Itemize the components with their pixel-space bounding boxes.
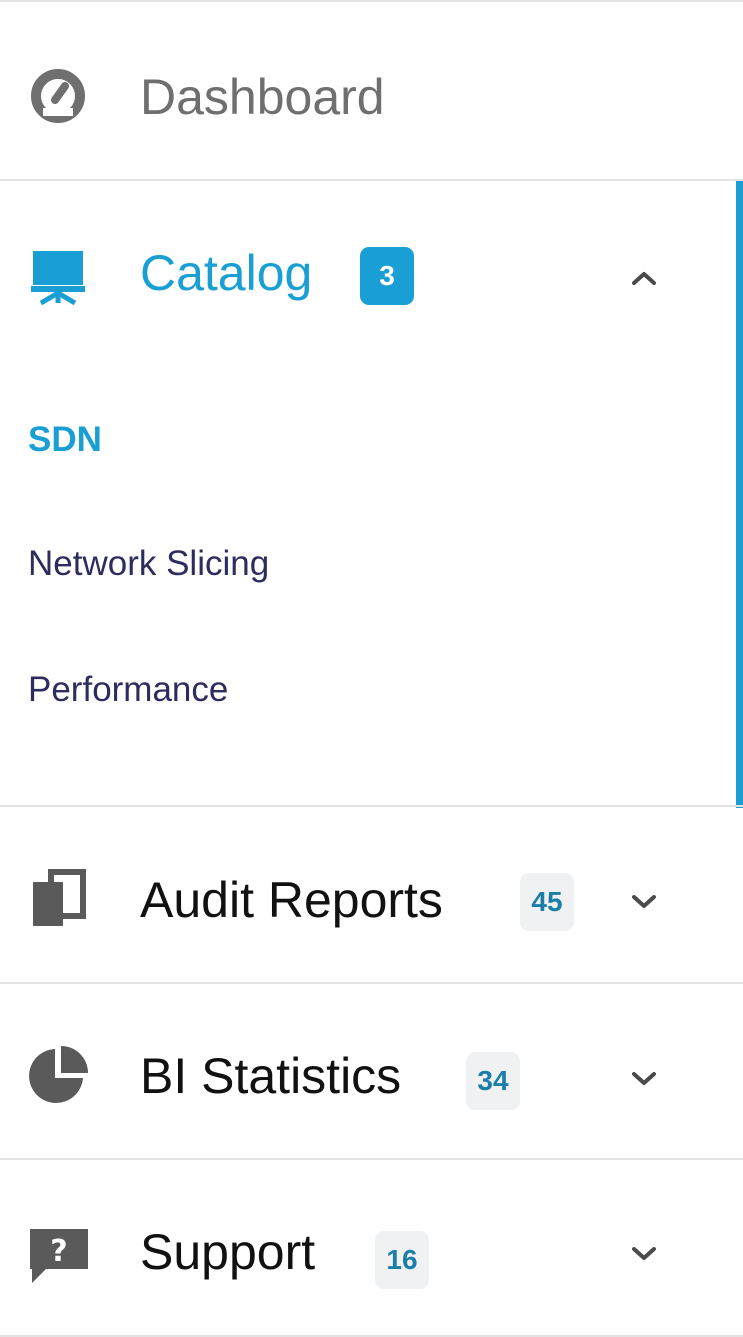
nav-item-label: Audit Reports [140,872,443,928]
nav-item-catalog[interactable]: Catalog 3 [0,181,743,371]
active-indicator [736,181,743,808]
chevron-down-icon[interactable] [628,1238,660,1270]
count-badge: 3 [360,247,414,305]
chevron-down-icon[interactable] [628,886,660,918]
chevron-down-icon[interactable] [628,1063,660,1095]
svg-text:?: ? [50,1234,67,1269]
copy-documents-icon [26,866,90,930]
nav-item-bi-statistics[interactable]: BI Statistics 34 [0,984,743,1158]
nav-item-label: Dashboard [140,69,385,125]
sidebar-navigation: Dashboard Catalog 3 SDN Network Slicing … [0,0,743,1337]
submenu-item-sdn[interactable]: SDN [28,422,102,457]
count-badge: 16 [375,1231,429,1289]
nav-item-dashboard[interactable]: Dashboard [0,2,743,180]
pie-chart-icon [26,1044,90,1108]
nav-item-label: Support [140,1224,316,1280]
nav-item-audit-reports[interactable]: Audit Reports 45 [0,807,743,982]
nav-item-label: Catalog [140,245,313,301]
question-bubble-icon: ? [26,1222,90,1286]
count-badge: 45 [520,873,574,931]
presentation-screen-icon [26,244,90,308]
submenu-item-performance[interactable]: Performance [28,672,228,707]
chevron-up-icon[interactable] [628,262,660,294]
count-badge: 34 [466,1052,520,1110]
speedometer-icon [26,64,90,128]
submenu-item-network-slicing[interactable]: Network Slicing [28,546,269,581]
nav-item-support[interactable]: ? Support 16 [0,1160,743,1335]
nav-item-label: BI Statistics [140,1048,402,1104]
